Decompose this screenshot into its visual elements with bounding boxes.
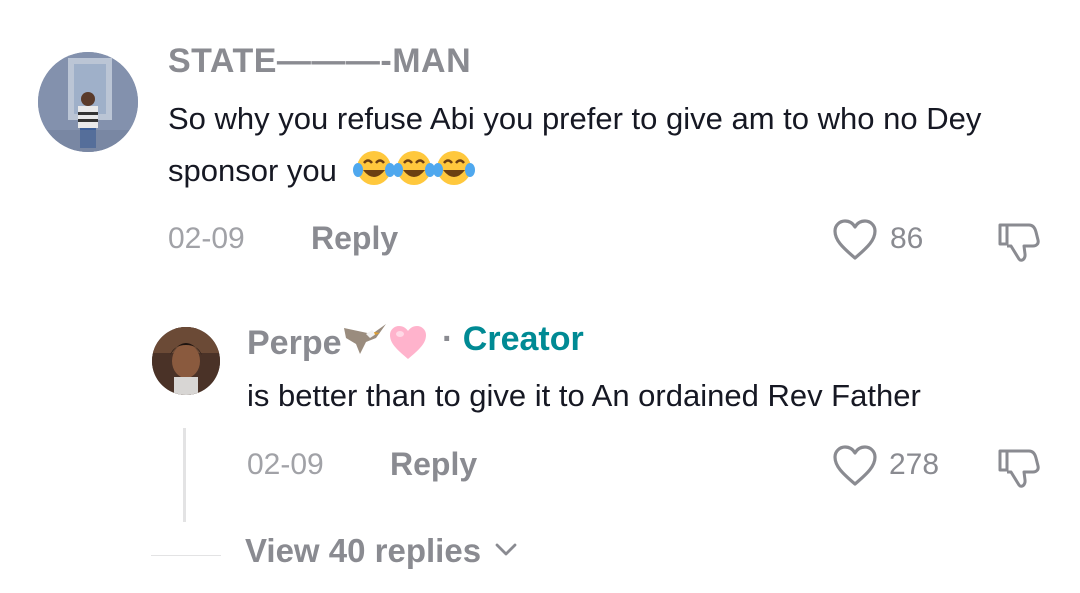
creator-label: Creator: [462, 320, 584, 358]
comment-date: 02-09: [168, 222, 245, 255]
chevron-down-icon: [495, 543, 517, 556]
comment-text: So why you refuse Abi you prefer to give…: [168, 93, 1048, 204]
reply-like-count: 278: [889, 448, 940, 481]
eagle-emoji-icon: [343, 324, 386, 354]
reply-date: 02-09: [247, 448, 324, 481]
reply-button[interactable]: Reply: [311, 220, 398, 257]
comment-body: So why you refuse Abi you prefer to give…: [168, 101, 982, 188]
creator-username[interactable]: Perpe: [247, 320, 428, 363]
badge-separator: ·: [442, 320, 454, 358]
like-count: 86: [890, 222, 924, 255]
replies-divider: [151, 555, 221, 556]
reply-text: is better than to give it to An ordained…: [247, 378, 921, 413]
pink-heart-emoji-icon: [389, 326, 426, 359]
dislike-icon[interactable]: [996, 219, 1042, 265]
commenter-username[interactable]: STATE———-MAN: [168, 42, 471, 81]
creator-username-text: Perpe: [247, 324, 342, 362]
creator-avatar[interactable]: [152, 327, 220, 395]
tears-of-joy-emoji-icon: [392, 151, 435, 185]
reply-reply-button[interactable]: Reply: [390, 446, 477, 483]
view-replies-button[interactable]: View 40 replies: [245, 532, 518, 570]
thread-line: [183, 428, 186, 522]
reply-like-heart-icon[interactable]: [832, 444, 878, 488]
creator-badge: · Creator: [442, 320, 584, 359]
reply-dislike-icon[interactable]: [996, 445, 1042, 491]
commenter-avatar[interactable]: [38, 52, 138, 152]
laughing-emojis: [352, 148, 475, 204]
like-heart-icon[interactable]: [832, 218, 878, 262]
tears-of-joy-emoji-icon: [432, 151, 475, 185]
view-replies-label: View 40 replies: [245, 532, 482, 569]
tears-of-joy-emoji-icon: [352, 151, 395, 185]
